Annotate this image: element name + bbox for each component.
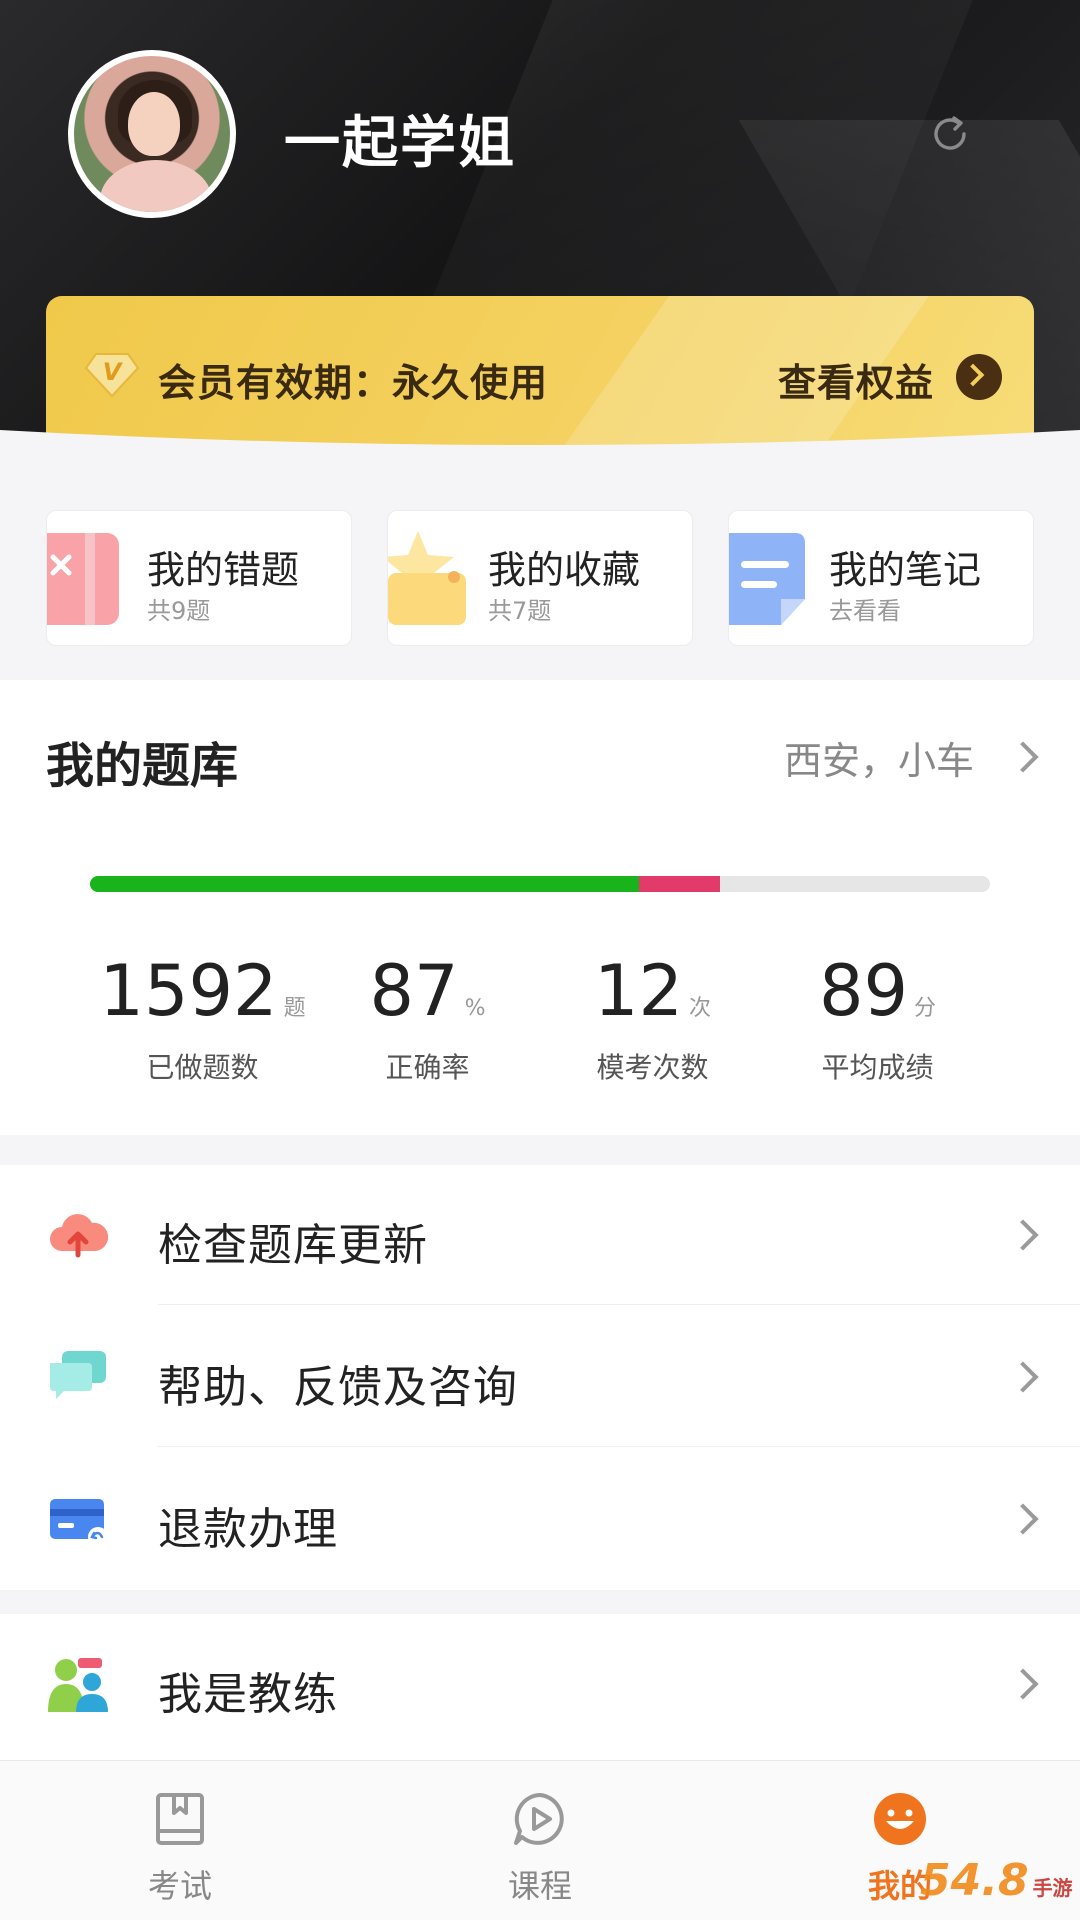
- menu-item-help-feedback[interactable]: 帮助、反馈及咨询: [0, 1307, 1080, 1447]
- username: 一起学姐: [284, 111, 516, 176]
- card-title: 我的错题: [147, 548, 300, 592]
- question-bank-section: 我的题库 西安，小车 1592 题 已做题数 87% 正确率 12 次 模考次数 8…: [0, 680, 1080, 1135]
- header-curve: [0, 430, 1080, 500]
- cloud-upload-icon: [50, 1214, 108, 1258]
- menu-item-label: 检查题库更新: [158, 1220, 428, 1271]
- menu-item-coach[interactable]: 我是教练: [0, 1614, 1080, 1754]
- menu-item-label: 帮助、反馈及咨询: [158, 1362, 518, 1413]
- settings-menu: 检查题库更新 帮助、反馈及咨询 退款办理: [0, 1165, 1080, 1590]
- chevron-right-icon: [1007, 1219, 1039, 1251]
- progress-correct: [90, 876, 639, 892]
- smiley-face-icon: [874, 1793, 926, 1845]
- course-play-icon: [514, 1793, 564, 1845]
- chevron-right-icon: [1007, 1361, 1039, 1393]
- bottom-tab-bar: 考试 课程 我的: [0, 1760, 1080, 1920]
- stat-done: 1592 题 已做题数: [90, 950, 315, 1086]
- view-benefits-link[interactable]: 查看权益: [778, 352, 934, 407]
- divider: [158, 1304, 1080, 1305]
- card-subtitle: 共9题: [147, 597, 211, 625]
- watermark-logo: 54.8手游网: [920, 1855, 1073, 1906]
- tab-label: 课程: [507, 1867, 572, 1905]
- card-notes[interactable]: 我的笔记 去看看: [728, 510, 1034, 646]
- stat-average-score: 89 分 平均成绩: [765, 950, 990, 1086]
- menu-item-refund[interactable]: 退款办理: [0, 1449, 1080, 1589]
- stat-label: 正确率: [385, 1051, 470, 1084]
- bank-location[interactable]: 西安，小车: [784, 730, 974, 785]
- stat-label: 已做题数: [146, 1051, 259, 1084]
- chevron-right-icon: [1007, 1668, 1039, 1700]
- card-favorites[interactable]: 我的收藏 共7题: [387, 510, 693, 646]
- exam-book-icon: [156, 1793, 204, 1845]
- bank-title: 我的题库: [46, 738, 239, 794]
- chevron-right-icon: [1007, 1503, 1039, 1535]
- favorites-star-icon: [388, 531, 466, 625]
- svg-text:V: V: [103, 358, 124, 386]
- chevron-right-icon[interactable]: [1007, 741, 1039, 773]
- quick-cards: 我的错题 共9题 我的收藏 共7题 我的笔记 去看看: [46, 510, 1034, 646]
- stat-unit: %: [464, 996, 486, 1021]
- tab-exam[interactable]: 考试: [0, 1761, 360, 1920]
- vip-status-text: 会员有效期：永久使用: [158, 361, 549, 405]
- tab-label: 考试: [147, 1867, 212, 1905]
- refund-card-icon: [50, 1499, 108, 1547]
- stat-value: 1592: [99, 950, 278, 1032]
- card-wrong-questions[interactable]: 我的错题 共9题: [46, 510, 352, 646]
- stat-unit: 分: [914, 996, 937, 1021]
- stat-mock-exams: 12 次 模考次数: [540, 950, 765, 1086]
- refresh-icon[interactable]: [928, 112, 972, 156]
- stat-accuracy: 87% 正确率: [315, 950, 540, 1086]
- divider: [158, 1446, 1080, 1447]
- coach-users-icon: [48, 1658, 108, 1712]
- stat-label: 模考次数: [596, 1051, 709, 1084]
- card-subtitle: 共7题: [488, 597, 552, 625]
- card-title: 我的笔记: [829, 548, 982, 592]
- menu-item-label: 我是教练: [158, 1669, 338, 1720]
- chat-bubbles-icon: [50, 1351, 106, 1399]
- wrong-questions-icon: [47, 533, 119, 625]
- tab-course[interactable]: 课程: [360, 1761, 720, 1920]
- stat-unit: 次: [689, 996, 712, 1021]
- avatar[interactable]: [68, 50, 236, 218]
- arrow-right-icon[interactable]: [956, 354, 1002, 400]
- vip-diamond-icon: V: [84, 353, 140, 398]
- notes-icon: [729, 533, 805, 625]
- progress-bar: [90, 876, 990, 892]
- menu-item-check-update[interactable]: 检查题库更新: [0, 1165, 1080, 1305]
- stat-unit: 题: [283, 996, 306, 1021]
- progress-wrong: [639, 876, 720, 892]
- card-subtitle: 去看看: [829, 597, 901, 625]
- card-title: 我的收藏: [488, 548, 641, 592]
- stat-value: 89: [818, 950, 909, 1032]
- menu-item-label: 退款办理: [158, 1504, 338, 1555]
- coach-menu: 我是教练: [0, 1614, 1080, 1760]
- stat-label: 平均成绩: [821, 1051, 934, 1084]
- stat-value: 87: [369, 950, 459, 1032]
- stat-value: 12: [593, 950, 684, 1032]
